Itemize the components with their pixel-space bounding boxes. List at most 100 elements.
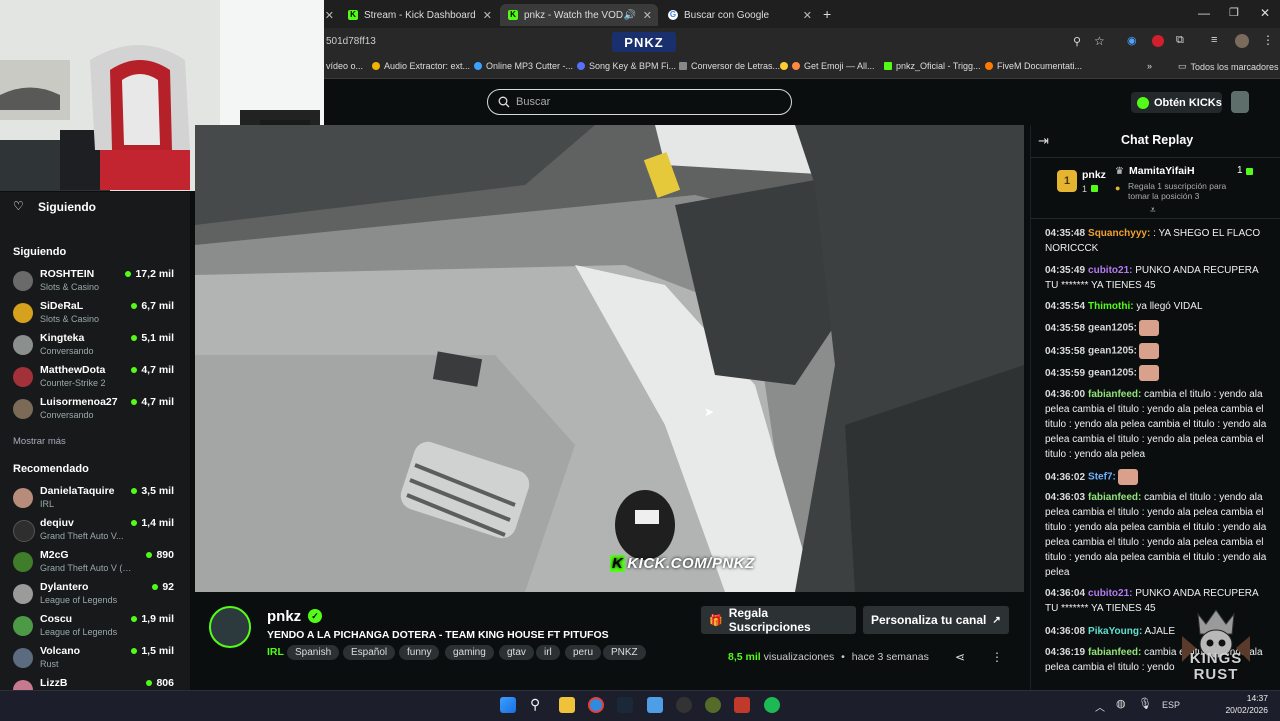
collapse-chat-icon[interactable]: ⇥ [1038, 133, 1049, 149]
tag-espanol[interactable]: Español [343, 645, 396, 660]
file-explorer-icon[interactable] [559, 697, 575, 713]
tab-google[interactable]: G Buscar con Google ✕ [660, 4, 818, 26]
clock-time[interactable]: 14:37 [1220, 693, 1268, 703]
sidebar-channel-matthewdota[interactable]: MatthewDota Counter-Strike 2 4,7 mil [13, 364, 178, 392]
verified-icon: ✓ [308, 609, 322, 623]
spotify-icon[interactable] [764, 697, 780, 713]
sidebar-channel-sideral[interactable]: SiDeRaL Slots & Casino 6,7 mil [13, 300, 178, 328]
category-link[interactable]: IRL [267, 646, 284, 658]
bookmark-item[interactable]: Conversor de Letras... [679, 61, 780, 71]
customize-channel-button[interactable]: Personaliza tu canal ↗ [863, 606, 1009, 634]
sidebar-channel-dylantero[interactable]: Dylantero League of Legends 92 [13, 581, 178, 609]
bookmark-star-icon[interactable]: ☆ [1094, 34, 1105, 48]
extension-icon[interactable]: ◉ [1127, 34, 1137, 47]
search-input[interactable]: Buscar [487, 89, 792, 115]
sidebar-channel-lizzb[interactable]: LizzB 806 [13, 677, 178, 690]
crown-icon: ♛ [1115, 166, 1124, 177]
sidebar-channel-roshtein[interactable]: ROSHTEIN Slots & Casino 17,2 mil [13, 268, 178, 296]
tab-close-prev[interactable]: ✕ [324, 4, 336, 26]
minimize-button[interactable]: — [1198, 6, 1210, 20]
app-red-icon[interactable] [734, 697, 750, 713]
more-options-icon[interactable]: ⋮ [991, 650, 1003, 664]
app-icon[interactable] [705, 697, 721, 713]
expand-leaderboard-icon[interactable]: ⩡ [1150, 205, 1156, 216]
close-icon[interactable]: ✕ [803, 9, 812, 22]
sidebar-following-title[interactable]: Siguiendo [38, 200, 96, 214]
sidebar-channel-danielataquire[interactable]: DanielaTaquire IRL 3,5 mil [13, 485, 178, 513]
zoom-icon[interactable]: ⚲ [1073, 35, 1081, 48]
gift-subs-button[interactable]: 🎁 Regala Suscripciones [701, 606, 856, 634]
tray-chevron-icon[interactable]: ︿ [1095, 699, 1105, 714]
bookmarks-overflow-button[interactable]: » [1147, 61, 1152, 71]
tag-gaming[interactable]: gaming [445, 645, 494, 660]
close-icon[interactable]: ✕ [643, 9, 652, 22]
leaderboard-hint: Regala 1 suscripción para tomar la posic… [1128, 181, 1227, 201]
leaderboard-user[interactable]: pnkz [1082, 169, 1106, 181]
notepad-icon[interactable] [647, 697, 663, 713]
bookmark-item[interactable]: vídeo o... [326, 61, 363, 71]
tag-funny[interactable]: funny [399, 645, 440, 660]
search-placeholder: Buscar [516, 96, 551, 108]
chat-message: 04:36:00 fabianfeed: cambia el titulo : y… [1045, 389, 1267, 460]
steam-icon[interactable] [617, 697, 633, 713]
chat-message: 04:35:48 Squanchyyy: : YA SHEGO EL FLACO … [1045, 228, 1261, 254]
new-tab-button[interactable]: + [823, 6, 831, 22]
share-icon[interactable]: ⋖ [955, 650, 965, 664]
tab-kick-dashboard[interactable]: K Stream - Kick Dashboard ✕ [340, 4, 498, 26]
kick-logo-icon: K [610, 555, 626, 572]
window-close-button[interactable]: ✕ [1260, 6, 1270, 20]
video-player[interactable]: K KICK.COM/PNKZ ➤ [195, 125, 1024, 592]
windows-start-icon[interactable] [500, 697, 516, 713]
tag-spanish[interactable]: Spanish [287, 645, 340, 660]
gift-small-icon: ● [1115, 183, 1121, 193]
profile-avatar[interactable] [1235, 34, 1249, 48]
channel-name[interactable]: pnkz [267, 608, 301, 625]
leaderboard-gifter[interactable]: MamitaYifaiH [1129, 165, 1195, 177]
taskbar-search-icon[interactable]: ⚲ [530, 696, 540, 713]
extensions-puzzle-icon[interactable]: ⧉ [1176, 34, 1184, 47]
tray-app-icon[interactable]: ◍ [1116, 697, 1126, 710]
tag-gtav[interactable]: gtav [499, 645, 534, 660]
browser-menu-icon[interactable]: ⋮ [1262, 33, 1274, 47]
language-indicator[interactable]: ESP [1162, 700, 1180, 710]
tag-pnkz[interactable]: PNKZ [603, 645, 646, 660]
chat-message: 04:36:02 Stef7: [1045, 469, 1267, 485]
obs-icon[interactable] [676, 697, 692, 713]
tab-title: pnkz - Watch the VOD on K [524, 9, 624, 21]
user-avatar[interactable] [1231, 91, 1249, 113]
chat-divider [1031, 157, 1280, 158]
bookmark-item[interactable]: pnkz_Oficial - Trigg... [884, 61, 981, 71]
tag-irl[interactable]: irl [536, 645, 560, 660]
sidebar-channel-m2cg[interactable]: M2cG Grand Theft Auto V (G... 890 [13, 549, 178, 577]
bookmark-item[interactable]: Get Emoji — All... [780, 61, 875, 71]
channel-avatar[interactable] [209, 606, 251, 648]
tab-pnkz-vod[interactable]: K pnkz - Watch the VOD on K 🔊 ✕ [500, 4, 658, 26]
url-text[interactable]: 501d78ff13 [326, 36, 376, 47]
all-bookmarks-folder[interactable]: ▭ Todos los marcadores [1178, 61, 1279, 72]
sidebar-channel-volcano[interactable]: Volcano Rust 1,5 mil [13, 645, 178, 673]
clock-date[interactable]: 20/02/2026 [1220, 705, 1268, 715]
bookmark-item[interactable]: Song Key & BPM Fi... [577, 61, 676, 71]
bookmark-item[interactable]: Online MP3 Cutter -... [474, 61, 573, 71]
bookmark-item[interactable]: FiveM Documentati... [985, 61, 1082, 71]
microphone-icon[interactable]: 🎙 [1138, 697, 1152, 710]
show-more-link[interactable]: Mostrar más [13, 436, 66, 447]
bookmark-item[interactable]: Audio Extractor: ext... [372, 61, 470, 71]
sidebar-channel-luisormenoa27[interactable]: Luisormenoa27 Conversando 4,7 mil [13, 396, 178, 424]
maximize-button[interactable]: ❐ [1229, 6, 1239, 19]
chrome-icon[interactable] [588, 697, 604, 713]
video-overlay-text: K KICK.COM/PNKZ [610, 555, 755, 572]
media-icon[interactable]: ≡ [1211, 34, 1217, 46]
extension-red-icon[interactable] [1152, 35, 1164, 47]
avatar [13, 584, 33, 604]
sidebar-channel-kingteka[interactable]: Kingteka Conversando 5,1 mil [13, 332, 178, 360]
speaker-icon[interactable]: 🔊 [624, 10, 636, 21]
get-kicks-button[interactable]: Obtén KICKs [1131, 92, 1222, 113]
sidebar-channel-deqiuv[interactable]: deqiuv Grand Theft Auto V... 1,4 mil [13, 517, 178, 545]
tag-peru[interactable]: peru [565, 645, 602, 660]
emote-icon [1138, 343, 1159, 359]
avatar [13, 367, 33, 387]
sidebar-channel-coscu[interactable]: Coscu League of Legends 1,9 mil [13, 613, 178, 641]
close-icon[interactable]: ✕ [483, 9, 492, 22]
avatar [13, 520, 35, 542]
